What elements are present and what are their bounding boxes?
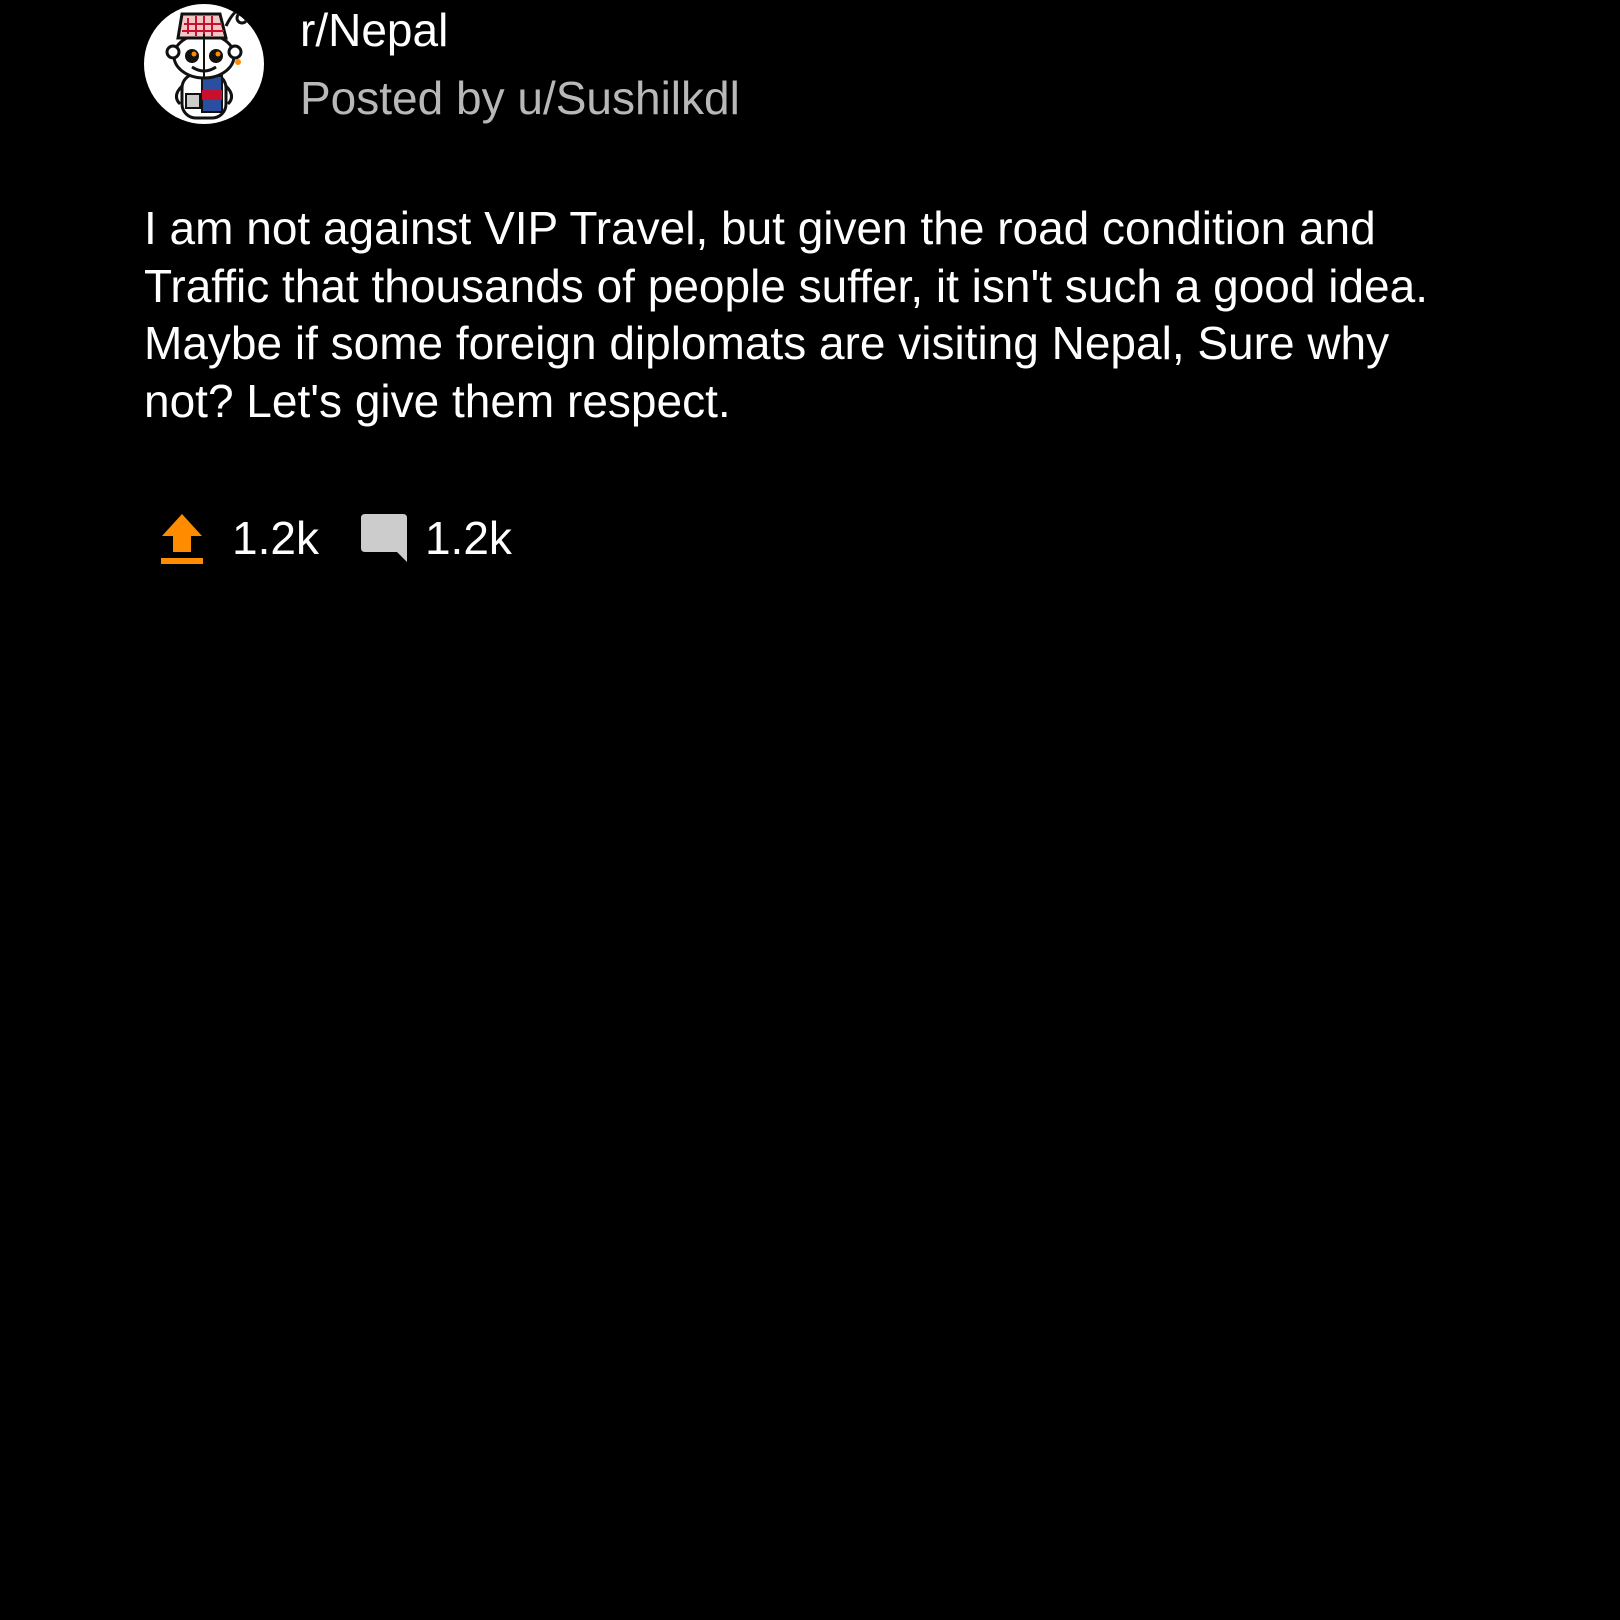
subreddit-name[interactable]: r/Nepal [300,4,448,56]
subreddit-avatar[interactable] [144,4,264,124]
post-body: I am not against VIP Travel, but given t… [144,202,1428,427]
comments-button[interactable]: 1.2k [319,512,512,564]
post-card: r/Nepal Posted by u/Sushilkdl I am not a… [144,0,1484,564]
post-actions: 1.2k 1.2k [144,506,512,570]
comment-bubble-icon[interactable] [359,512,409,564]
post-header: r/Nepal Posted by u/Sushilkdl [144,0,1484,130]
snoo-avatar-icon [165,8,249,120]
upvote-button[interactable]: 1.2k [144,510,319,566]
upvote-arrow-icon[interactable] [158,510,206,566]
post-author[interactable]: Posted by u/Sushilkdl [300,72,740,124]
comment-count: 1.2k [424,512,512,564]
upvote-count: 1.2k [232,512,319,564]
